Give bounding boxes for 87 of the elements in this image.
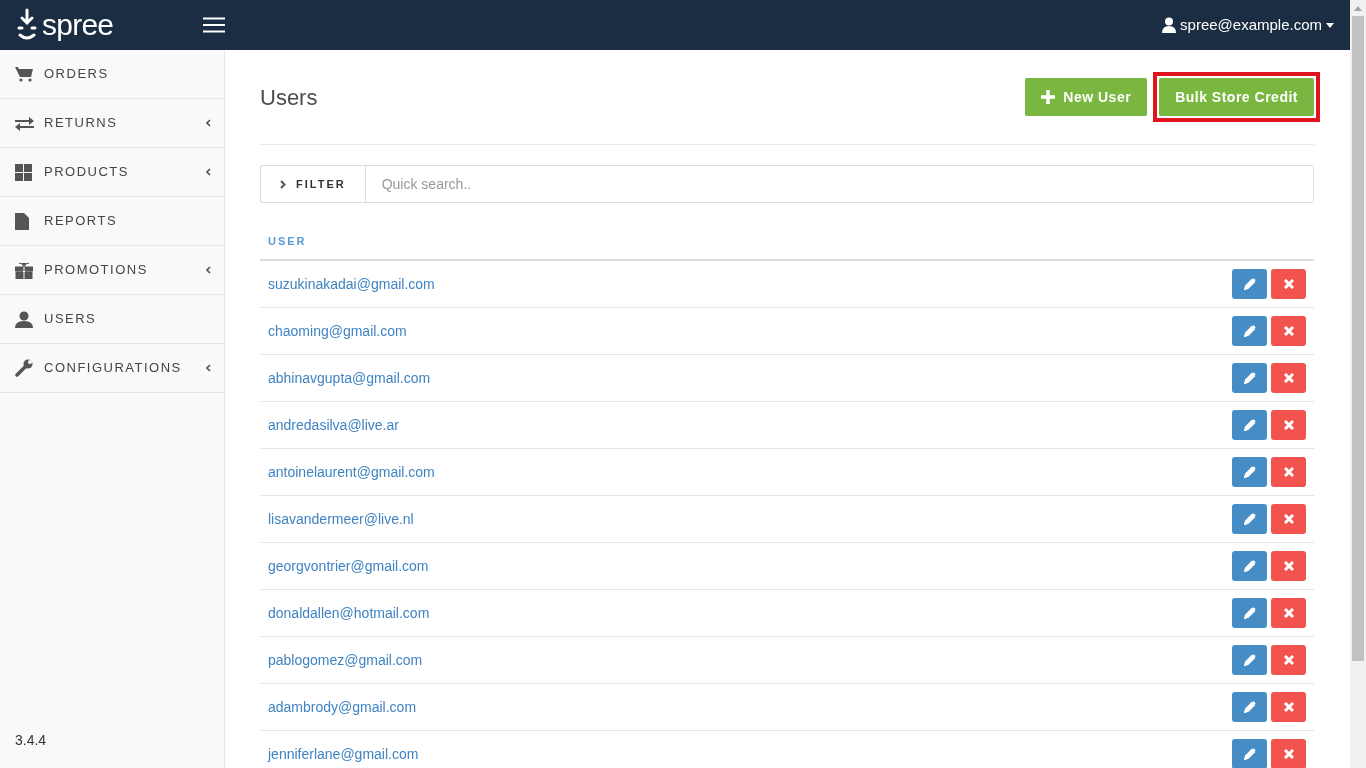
delete-button[interactable] [1271,363,1306,393]
gift-icon [15,261,33,279]
delete-button[interactable] [1271,598,1306,628]
close-icon [1283,326,1294,336]
close-icon [1283,420,1294,430]
document-icon [15,212,29,230]
user-email-link[interactable]: pablogomez@gmail.com [268,649,423,671]
sidebar-item[interactable]: REPORTS [0,197,224,246]
user-menu[interactable]: spree@example.com [1162,13,1334,37]
delete-button[interactable] [1271,269,1306,299]
delete-button[interactable] [1271,551,1306,581]
pencil-icon [1243,419,1256,431]
user-email-link[interactable]: suzukinakadai@gmail.com [268,273,435,295]
delete-button[interactable] [1271,504,1306,534]
close-icon [1283,467,1294,477]
scrollbar[interactable] [1350,0,1366,768]
pencil-icon [1243,607,1256,619]
user-email-link[interactable]: andredasilva@live.ar [268,414,399,436]
close-icon [1283,373,1294,383]
version-text: 3.4.4 [14,731,48,750]
user-email-link[interactable]: adambrody@gmail.com [268,696,417,718]
close-icon [1283,608,1294,618]
delete-button[interactable] [1271,316,1306,346]
pencil-icon [1243,278,1256,290]
swap-arrows-icon [15,115,34,131]
sidebar-item[interactable]: USERS [0,295,224,344]
logo-text: spree [42,10,114,40]
close-icon [1283,655,1294,665]
person-icon [15,310,33,328]
scroll-up-icon[interactable] [1354,6,1362,11]
edit-button[interactable] [1232,739,1267,768]
close-icon [1283,561,1294,571]
user-icon [1162,17,1177,33]
pencil-icon [1243,560,1256,572]
edit-button[interactable] [1232,692,1267,722]
edit-button[interactable] [1232,645,1267,675]
edit-button[interactable] [1232,504,1267,534]
user-email-link[interactable]: chaoming@gmail.com [268,320,407,342]
chevron-right-icon [280,179,286,189]
close-icon [1283,749,1294,759]
delete-button[interactable] [1271,645,1306,675]
pencil-icon [1243,513,1256,525]
plus-icon [1041,90,1056,104]
cart-icon [15,66,33,82]
close-icon [1283,279,1294,289]
sidebar-item[interactable]: ORDERS [0,50,224,99]
sidebar-item[interactable]: RETURNS [0,99,224,148]
edit-button[interactable] [1232,457,1267,487]
grid-icon [15,163,32,181]
edit-button[interactable] [1232,269,1267,299]
wrench-icon [15,359,33,377]
delete-button[interactable] [1271,739,1306,768]
bulk-store-credit-button[interactable]: Bulk Store Credit [1159,78,1314,116]
user-email-link[interactable]: antoinelaurent@gmail.com [268,461,435,483]
pencil-icon [1243,466,1256,478]
edit-button[interactable] [1232,316,1267,346]
close-icon [1283,514,1294,524]
pencil-icon [1243,701,1256,713]
pencil-icon [1243,325,1256,337]
menu-icon[interactable] [203,17,225,33]
edit-button[interactable] [1232,551,1267,581]
close-icon [1283,702,1294,712]
sidebar-item[interactable]: PROMOTIONS [0,246,224,295]
logo-icon [16,8,38,42]
user-email-link[interactable]: georgvontrier@gmail.com [268,555,429,577]
user-email-link[interactable]: lisavandermeer@live.nl [268,508,414,530]
delete-button[interactable] [1271,457,1306,487]
page-title: Users [260,83,318,112]
pencil-icon [1243,748,1256,760]
edit-button[interactable] [1232,598,1267,628]
new-user-button[interactable]: New User [1025,78,1148,116]
user-email-link[interactable]: abhinavgupta@gmail.com [268,367,431,389]
caret-icon [1326,22,1334,28]
user-email-link[interactable]: donaldallen@hotmail.com [268,602,430,624]
sidebar-item[interactable]: PRODUCTS [0,148,224,197]
scrollbar-thumb[interactable] [1352,16,1364,661]
filter-button[interactable]: FILTER [260,165,366,203]
sidebar-item[interactable]: CONFIGURATIONS [0,344,224,393]
edit-button[interactable] [1232,363,1267,393]
delete-button[interactable] [1271,692,1306,722]
user-email-link[interactable]: jenniferlane@gmail.com [268,743,419,765]
search-field[interactable]: Quick search.. [365,165,1314,203]
column-header[interactable]: USER [260,232,307,250]
delete-button[interactable] [1271,410,1306,440]
pencil-icon [1243,372,1256,384]
edit-button[interactable] [1232,410,1267,440]
pencil-icon [1243,654,1256,666]
